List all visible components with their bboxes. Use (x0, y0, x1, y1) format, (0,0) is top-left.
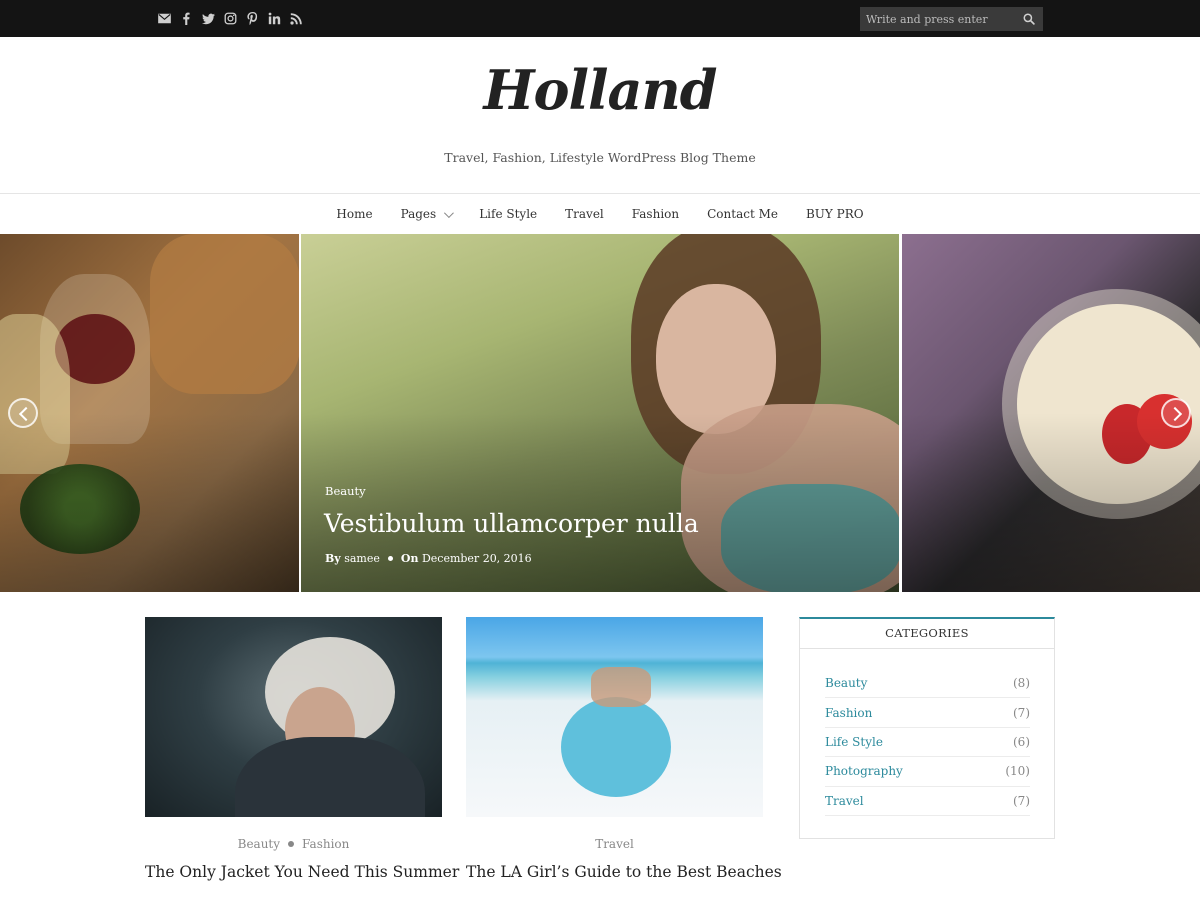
list-item: Beauty (8) (825, 669, 1030, 699)
post-title[interactable]: The Only Jacket You Need This Summer (145, 863, 459, 881)
post-card[interactable]: Beauty Fashion The Only Jacket You Need … (145, 617, 459, 881)
nav-item-home[interactable]: Home (336, 207, 372, 221)
category-count: (7) (1013, 705, 1030, 720)
nav-item-label: Travel (565, 207, 604, 221)
pinterest-icon[interactable] (245, 11, 259, 25)
nav-item-life-style[interactable]: Life Style (479, 207, 537, 221)
nav-item-pages[interactable]: Pages (400, 207, 455, 221)
by-label: By (325, 552, 341, 565)
post-title[interactable]: The LA Girl’s Guide to the Best Beaches (466, 863, 782, 881)
twitter-icon[interactable] (201, 11, 215, 25)
nav-item-label: BUY PRO (805, 207, 864, 221)
slide-overlay (902, 234, 1200, 592)
nav-item-buy-pro[interactable]: BUY PRO (806, 207, 864, 221)
nav-item-contact-me[interactable]: Contact Me (707, 207, 778, 221)
post-categories: Travel (466, 837, 763, 851)
post-category[interactable]: Fashion (302, 837, 349, 851)
post-category[interactable]: Beauty (238, 837, 280, 851)
search-box (860, 7, 1043, 31)
list-item: Travel (7) (825, 787, 1030, 816)
main-nav: Home Pages Life Style Travel Fashion Con… (0, 193, 1200, 234)
slide-date: December 20, 2016 (421, 552, 532, 565)
post-thumbnail[interactable] (466, 617, 763, 817)
featured-slider: Beauty Vestibulum ullamcorper nulla By s… (0, 234, 1200, 592)
facebook-icon[interactable] (179, 11, 193, 25)
instagram-icon[interactable] (223, 11, 237, 25)
list-item: Photography (10) (825, 757, 1030, 787)
slide-overlay (301, 234, 899, 592)
category-count: (10) (1005, 764, 1030, 779)
search-icon[interactable] (1018, 7, 1040, 31)
slide-meta: By samee On December 20, 2016 (325, 552, 532, 565)
category-count: (8) (1013, 676, 1030, 691)
on-label: On (400, 552, 419, 565)
list-item: Life Style (6) (825, 728, 1030, 758)
jacket-shape (235, 737, 425, 817)
chevron-down-icon (444, 207, 455, 218)
slider-prev-button[interactable] (8, 398, 38, 428)
slide-yogurt-bowl[interactable] (902, 234, 1200, 592)
slide-featured[interactable]: Beauty Vestibulum ullamcorper nulla By s… (301, 234, 899, 592)
slide-wine-barrel[interactable] (0, 234, 299, 592)
category-link[interactable]: Fashion (825, 706, 872, 720)
slider-next-button[interactable] (1161, 398, 1191, 428)
nav-item-label: Contact Me (707, 207, 778, 221)
category-link[interactable]: Photography (825, 764, 903, 778)
nav-item-travel[interactable]: Travel (565, 207, 604, 221)
rss-icon[interactable] (289, 11, 303, 25)
meta-separator (387, 556, 393, 561)
category-count: (7) (1013, 793, 1030, 808)
slide-title[interactable]: Vestibulum ullamcorper nulla (324, 509, 699, 538)
slide-author[interactable]: samee (344, 552, 380, 565)
nav-item-label: Life Style (479, 207, 538, 221)
category-link[interactable]: Life Style (825, 735, 883, 749)
search-input[interactable] (860, 12, 1018, 26)
social-links (157, 11, 303, 25)
site-logo[interactable]: Holland (0, 58, 1200, 122)
slide-category[interactable]: Beauty (325, 484, 366, 498)
category-list: Beauty (8) Fashion (7) Life Style (6) Photo… (825, 669, 1030, 816)
linkedin-icon[interactable] (267, 11, 281, 25)
nav-item-label: Fashion (631, 207, 680, 221)
arm-shape (591, 667, 651, 707)
post-card[interactable]: Travel The LA Girl’s Guide to the Best B… (466, 617, 782, 881)
post-categories: Beauty Fashion (145, 837, 442, 851)
nav-item-label: Pages (400, 207, 437, 221)
category-link[interactable]: Beauty (825, 676, 867, 690)
category-separator (288, 841, 295, 847)
post-thumbnail[interactable] (145, 617, 442, 817)
category-count: (6) (1013, 734, 1030, 749)
sun-hat-shape (561, 697, 671, 797)
site-tagline: Travel, Fashion, Lifestyle WordPress Blo… (444, 150, 756, 165)
slide-overlay (0, 234, 299, 592)
categories-widget: CATEGORIES Beauty (8) Fashion (7) Life Sty… (799, 617, 1055, 839)
email-icon[interactable] (157, 11, 171, 25)
nav-item-fashion[interactable]: Fashion (632, 207, 679, 221)
top-bar (0, 0, 1200, 37)
category-link[interactable]: Travel (825, 794, 864, 808)
list-item: Fashion (7) (825, 698, 1030, 728)
widget-title: CATEGORIES (800, 619, 1054, 649)
nav-item-label: Home (336, 207, 373, 221)
post-category[interactable]: Travel (595, 837, 634, 851)
